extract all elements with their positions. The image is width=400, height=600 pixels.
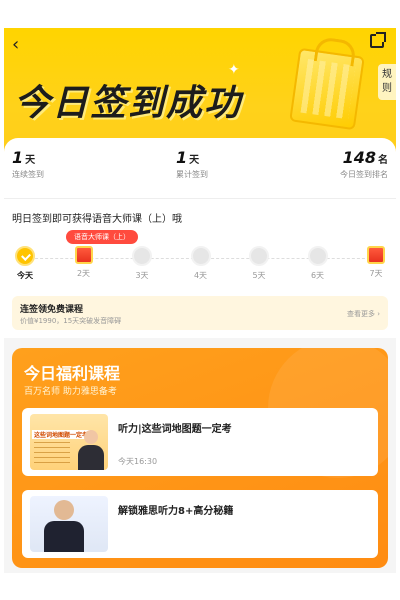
stat-value: 1	[12, 148, 24, 167]
pending-dot-icon	[132, 246, 152, 266]
lesson-time: 今天16:30	[118, 457, 158, 466]
lesson-card[interactable]: 这些词地图题一定考 听力|这些词地图题一定考 今天16:30	[22, 408, 378, 476]
shopping-bag-illustration	[289, 47, 365, 131]
pending-dot-icon	[249, 246, 269, 266]
pending-dot-icon	[307, 246, 328, 266]
day-label: 3天	[135, 271, 149, 280]
day-marker: 3天	[127, 246, 157, 281]
lesson-thumbnail	[30, 496, 108, 552]
share-icon[interactable]	[370, 32, 386, 48]
free-course-subtitle: 价值¥1990，15天突破发音障碍	[20, 317, 122, 325]
teacher-avatar	[78, 430, 104, 470]
day-label: 7天	[369, 269, 383, 278]
day-marker: 4天	[186, 246, 216, 281]
checkin-card: 1天 连续签到 1天 累计签到 148 名 今日签到排名 明日签到即可获得语音大师…	[4, 138, 396, 338]
stat-label: 累计签到	[176, 170, 208, 179]
rules-button[interactable]: 规则	[378, 64, 396, 100]
pending-dot-icon	[190, 246, 211, 266]
stat-label: 连续签到	[12, 170, 44, 179]
day-label: 5天	[252, 271, 266, 280]
teacher-avatar	[44, 500, 84, 552]
lesson-card[interactable]: 解锁雅思听力8+高分秘籍	[22, 490, 378, 558]
stat-unit: 名	[378, 155, 388, 166]
stat-value: 1	[176, 148, 188, 167]
stat-consecutive: 1天 连续签到	[12, 148, 44, 180]
day-marker: 2天	[69, 246, 99, 279]
divider	[4, 198, 396, 199]
gift-icon	[74, 246, 93, 264]
stat-rank: 148 名 今日签到排名	[340, 148, 388, 180]
reward-badge: 语音大师课（上）	[66, 230, 138, 244]
stat-value: 148	[342, 148, 376, 167]
day-label: 4天	[193, 271, 208, 280]
stats-row: 1天 连续签到 1天 累计签到 148 名 今日签到排名	[4, 138, 396, 184]
gift-icon	[367, 246, 385, 264]
day-marker: 今天	[10, 246, 40, 281]
check-icon	[15, 246, 35, 266]
see-more-link[interactable]: 查看更多 ›	[347, 309, 380, 319]
day-marker: 6天	[303, 246, 333, 281]
lesson-title: 解锁雅思听力8+高分秘籍	[118, 506, 234, 517]
free-course-banner[interactable]: 连签领免费课程 价值¥1990，15天突破发音障碍 查看更多 ›	[12, 296, 388, 330]
day-marker: 7天	[361, 246, 391, 279]
welfare-title: 今日福利课程	[24, 364, 121, 383]
day-marker: 5天	[244, 246, 274, 281]
stat-unit: 天	[189, 155, 200, 166]
chevron-left-icon[interactable]: ‹	[12, 34, 19, 55]
tomorrow-reward-text: 明日签到即可获得语音大师课（上）哦	[12, 214, 182, 225]
lesson-thumbnail: 这些词地图题一定考	[30, 414, 108, 470]
checkin-page: ‹ ✦ 今日签到成功 规则 1天 连续签到 1天 累计签到 148 名 今日签到排…	[4, 28, 396, 573]
welfare-section: 今日福利课程 百万名师 助力雅思备考 这些词地图题一定考 听力|这些词地图题一定…	[12, 348, 388, 568]
page-title: 今日签到成功	[14, 83, 243, 124]
lesson-title: 听力|这些词地图题一定考	[118, 424, 232, 435]
day-label: 6天	[310, 271, 325, 280]
free-course-title: 连签领免费课程	[20, 305, 84, 315]
day-label: 2天	[76, 269, 91, 278]
welfare-subtitle: 百万名师 助力雅思备考	[24, 387, 117, 397]
stat-unit: 天	[25, 155, 36, 166]
stat-total: 1天 累计签到	[176, 148, 208, 180]
day-label: 今天	[17, 271, 33, 280]
thumbnail-lines	[34, 442, 70, 464]
stat-label: 今日签到排名	[340, 170, 388, 179]
